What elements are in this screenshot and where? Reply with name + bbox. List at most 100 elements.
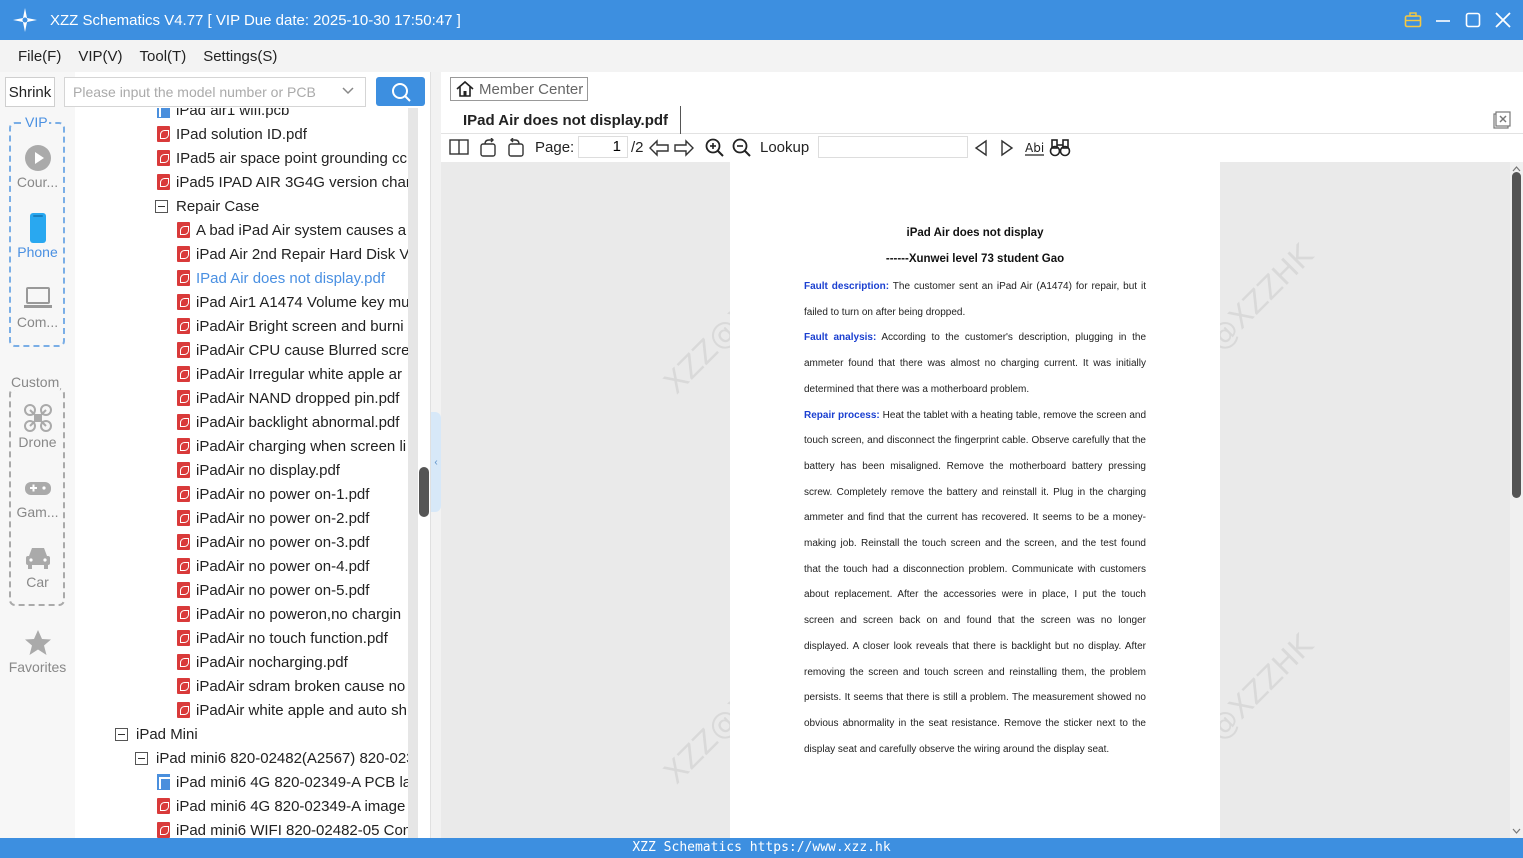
tree-file[interactable]: iPadAir no power on-2.pdf [177, 506, 369, 530]
briefcase-icon[interactable] [1403, 10, 1423, 30]
collapse-icon[interactable] [135, 751, 148, 765]
match-case-icon[interactable]: Abi [1024, 138, 1046, 158]
tree-item-label: iPadAir no power on-4.pdf [196, 557, 370, 575]
tree-file[interactable]: iPadAir CPU cause Blurred scree [177, 338, 408, 362]
find-previous-icon[interactable] [973, 138, 989, 158]
tree-item-label: iPad5 IPAD AIR 3G4G version chan [176, 173, 408, 191]
sidebar-item-phone[interactable]: Phone [0, 212, 75, 260]
tab-document[interactable]: IPad Air does not display.pdf [451, 106, 682, 134]
tree-item-label: iPadAir sdram broken cause no [196, 677, 406, 695]
tree-file[interactable]: iPadAir charging when screen li [177, 434, 406, 458]
tree-item-label: iPadAir charging when screen li [196, 437, 407, 455]
status-bar: XZZ Schematics https://www.xzz.hk [0, 838, 1523, 858]
tree-file[interactable]: iPadAir white apple and auto sh [177, 698, 407, 722]
tree-scrollbar-track[interactable] [408, 108, 418, 838]
rotate-left-icon[interactable] [479, 138, 499, 158]
sidebar-item-favorites[interactable]: Favorites [0, 627, 75, 675]
tree-item-label: iPadAir nocharging.pdf [196, 653, 348, 671]
lookup-input[interactable] [818, 136, 968, 158]
page-label: Page: [535, 139, 575, 156]
close-button[interactable] [1493, 10, 1513, 30]
minimize-button[interactable] [1433, 10, 1453, 30]
collapse-icon[interactable] [155, 199, 168, 213]
tree-file[interactable]: iPadAir Bright screen and burni [177, 314, 404, 338]
next-page-icon[interactable] [673, 138, 695, 158]
sidebar-item-label: Cour... [16, 174, 59, 190]
tree-file[interactable]: iPadAir no power on-5.pdf [177, 578, 369, 602]
tree-folder[interactable]: iPad Mini [115, 722, 198, 746]
vip-group-label: VIP [24, 114, 49, 130]
tree-folder[interactable]: Repair Case [155, 194, 259, 218]
tree-scrollbar-thumb[interactable] [419, 467, 429, 517]
tree-file[interactable]: iPadAir sdram broken cause no [177, 674, 405, 698]
tree-file[interactable]: iPad Air 2nd Repair Hard Disk V [177, 242, 408, 266]
tree-item-label: Repair Case [176, 197, 260, 215]
pdf-file-icon [177, 366, 190, 382]
tree-item-label: iPadAir NAND dropped pin.pdf [196, 389, 400, 407]
zoom-out-icon[interactable] [732, 138, 752, 158]
tree-file[interactable]: iPadAir backlight abnormal.pdf [177, 410, 399, 434]
previous-page-icon[interactable] [648, 138, 670, 158]
close-tabs-icon[interactable] [1493, 111, 1511, 134]
tree-file[interactable]: IPad solution ID.pdf [157, 122, 307, 146]
laptop-icon [0, 282, 75, 314]
sidebar-toggle-icon[interactable] [449, 138, 469, 156]
tree-file[interactable]: iPad mini6 4G 820-02349-A image [157, 794, 405, 818]
tree-file[interactable]: iPadAir no touch function.pdf [177, 626, 388, 650]
search-placeholder: Please input the model number or PCB [73, 84, 316, 100]
zoom-in-icon[interactable] [705, 138, 725, 158]
sidebar-item-label: Drone [18, 434, 57, 450]
pdf-file-icon [177, 318, 190, 334]
member-center-button[interactable]: Member Center [450, 77, 588, 101]
pdf-file-icon [177, 510, 190, 526]
pdf-viewer[interactable]: XZZ@XZZHK XZZ@XZZHK XZZ@XZZHK XZZ@XZZHK … [441, 162, 1510, 838]
tree-folder[interactable]: iPad mini6 820-02482(A2567) 820-023 [135, 746, 408, 770]
binoculars-icon[interactable] [1049, 138, 1071, 158]
pane-splitter[interactable]: ‹ [430, 72, 441, 838]
tree-file[interactable]: iPadAir Irregular white apple ar [177, 362, 402, 386]
find-next-icon[interactable] [999, 138, 1015, 158]
sidebar-item-label: Gam... [16, 504, 59, 520]
chevron-down-icon[interactable] [341, 84, 355, 101]
tree-file[interactable]: iPad mini6 4G 820-02349-A PCB la [157, 770, 408, 794]
sidebar-item-drone[interactable]: Drone [0, 402, 75, 450]
search-input[interactable]: Please input the model number or PCB [64, 77, 366, 107]
collapse-handle[interactable]: ‹ [431, 412, 441, 512]
sidebar-item-courses[interactable]: Cour... [0, 142, 75, 190]
pdf-file-icon [177, 294, 190, 310]
tree-file[interactable]: iPadAir NAND dropped pin.pdf [177, 386, 399, 410]
tree-file[interactable]: iPadAir no power on-4.pdf [177, 554, 369, 578]
tree-file[interactable]: iPad air1 wifi.pcb [157, 108, 289, 122]
menu-tool[interactable]: Tool(T) [140, 48, 187, 65]
page-number-input[interactable]: 1 [578, 136, 628, 158]
pdf-file-icon [177, 390, 190, 406]
tree-file[interactable]: IPad5 air space point grounding cc [157, 146, 407, 170]
tree-file[interactable]: iPadAir no poweron,no chargin [177, 602, 401, 626]
tree-file[interactable]: A bad iPad Air system causes a [177, 218, 406, 242]
repair-process-paragraph: Repair process: Heat the tablet with a h… [804, 403, 1146, 763]
sidebar-item-game[interactable]: Gam... [0, 472, 75, 520]
tree-file[interactable]: iPadAir no power on-3.pdf [177, 530, 369, 554]
menu-file[interactable]: File(F) [18, 48, 61, 65]
tree-item-label: IPad5 air space point grounding cc [176, 149, 407, 167]
viewer-scrollbar-thumb[interactable] [1512, 172, 1521, 498]
menu-vip[interactable]: VIP(V) [78, 48, 122, 65]
tree-file[interactable]: iPadAir nocharging.pdf [177, 650, 348, 674]
shrink-button[interactable]: Shrink [5, 77, 55, 107]
tree-file[interactable]: IPad Air does not display.pdf [177, 266, 385, 290]
tree-file[interactable]: iPadAir no power on-1.pdf [177, 482, 369, 506]
tree-file[interactable]: iPad mini6 WIFI 820-02482-05 Con [157, 818, 408, 838]
tree-file[interactable]: iPad Air1 A1474 Volume key mu [177, 290, 408, 314]
app-logo-icon [0, 0, 50, 40]
sidebar-item-car[interactable]: Car [0, 542, 75, 590]
tree-file[interactable]: iPadAir no display.pdf [177, 458, 340, 482]
document-body: Fault description: The customer sent an … [804, 274, 1146, 762]
menu-settings[interactable]: Settings(S) [203, 48, 277, 65]
search-button[interactable] [376, 77, 425, 106]
sidebar-item-computer[interactable]: Com... [0, 282, 75, 330]
rotate-right-icon[interactable] [505, 138, 525, 158]
collapse-icon[interactable] [115, 727, 128, 741]
drone-icon [0, 402, 75, 434]
tree-file[interactable]: iPad5 IPAD AIR 3G4G version chan [157, 170, 408, 194]
maximize-button[interactable] [1463, 10, 1483, 30]
